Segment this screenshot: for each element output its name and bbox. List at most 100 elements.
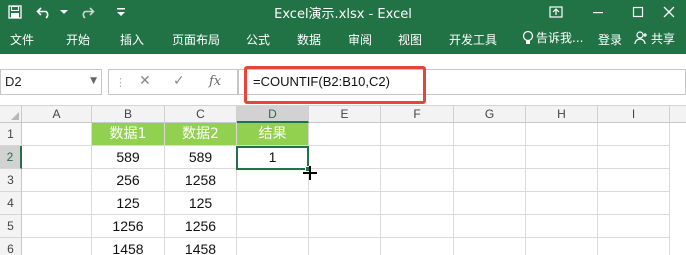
column-header-j[interactable] bbox=[670, 106, 686, 123]
active-cell-border bbox=[236, 146, 309, 170]
cell-i1[interactable] bbox=[598, 123, 670, 146]
cell-b3[interactable]: 256 bbox=[92, 169, 165, 192]
row-header-1[interactable]: 1 bbox=[0, 123, 22, 146]
row-header-3[interactable]: 3 bbox=[0, 169, 22, 192]
tab-developer[interactable]: 开发工具 bbox=[449, 31, 497, 48]
cancel-icon[interactable]: ✕ bbox=[139, 73, 151, 89]
cell-a2[interactable] bbox=[22, 146, 92, 169]
cell-c6[interactable]: 1458 bbox=[165, 238, 237, 255]
minimize-icon[interactable] bbox=[578, 0, 618, 24]
formula-highlight-box bbox=[244, 66, 426, 104]
cell-h3[interactable] bbox=[526, 169, 598, 192]
tab-view[interactable]: 视图 bbox=[398, 31, 422, 48]
tab-home[interactable]: 开始 bbox=[66, 31, 90, 48]
cell-d1[interactable]: 结果 bbox=[237, 123, 309, 146]
cell-e1[interactable] bbox=[309, 123, 381, 146]
tab-insert[interactable]: 插入 bbox=[120, 31, 144, 48]
row-header-6[interactable]: 6 bbox=[0, 238, 22, 255]
cell-c3[interactable]: 1258 bbox=[165, 169, 237, 192]
column-header-h[interactable]: H bbox=[526, 106, 598, 123]
cell-i2[interactable] bbox=[598, 146, 670, 169]
cell-a1[interactable] bbox=[22, 123, 92, 146]
cell-a3[interactable] bbox=[22, 169, 92, 192]
formula-bar-area: D2 ▼ ⋮ ✕ ✓ fx =COUNTIF(B2:B10,C2) bbox=[0, 54, 686, 106]
cell-i4[interactable] bbox=[598, 192, 670, 215]
cell-f6[interactable] bbox=[381, 238, 454, 255]
name-box[interactable]: D2 ▼ bbox=[0, 69, 102, 95]
column-header-d[interactable]: D bbox=[237, 106, 309, 123]
column-header-b[interactable]: B bbox=[92, 106, 165, 123]
enter-icon[interactable]: ✓ bbox=[173, 73, 185, 89]
cell-b1[interactable]: 数据1 bbox=[92, 123, 165, 146]
cell-f2[interactable] bbox=[381, 146, 454, 169]
cell-e5[interactable] bbox=[309, 215, 381, 238]
row-header-5[interactable]: 5 bbox=[0, 215, 22, 238]
cell-i3[interactable] bbox=[598, 169, 670, 192]
cell-c2[interactable]: 589 bbox=[165, 146, 237, 169]
cell-h1[interactable] bbox=[526, 123, 598, 146]
crosshair-cursor-icon bbox=[303, 166, 317, 180]
cell-a5[interactable] bbox=[22, 215, 92, 238]
tab-review[interactable]: 审阅 bbox=[348, 31, 372, 48]
cell-c1[interactable]: 数据2 bbox=[165, 123, 237, 146]
cell-i5[interactable] bbox=[598, 215, 670, 238]
column-header-a[interactable]: A bbox=[22, 106, 92, 123]
row-header-2[interactable]: 2 bbox=[0, 146, 22, 169]
cell-f4[interactable] bbox=[381, 192, 454, 215]
cell-e3[interactable] bbox=[309, 169, 381, 192]
cell-c5[interactable]: 1256 bbox=[165, 215, 237, 238]
cell-d3[interactable] bbox=[237, 169, 309, 192]
column-header-g[interactable]: G bbox=[454, 106, 526, 123]
sign-in-link[interactable]: 登录 bbox=[598, 31, 622, 48]
column-header-i[interactable]: I bbox=[598, 106, 670, 123]
close-icon[interactable] bbox=[652, 0, 686, 24]
share-button[interactable]: 共享 bbox=[634, 27, 684, 49]
row-header-4[interactable]: 4 bbox=[0, 192, 22, 215]
more-options-icon[interactable]: ⋮ bbox=[115, 76, 126, 89]
tab-formulas[interactable]: 公式 bbox=[246, 31, 270, 48]
column-header-e[interactable]: E bbox=[309, 106, 381, 123]
chevron-down-icon[interactable]: ▼ bbox=[90, 76, 97, 86]
cell-b2[interactable]: 589 bbox=[92, 146, 165, 169]
cell-b6[interactable]: 1458 bbox=[92, 238, 165, 255]
cell-a4[interactable] bbox=[22, 192, 92, 215]
cell-h2[interactable] bbox=[526, 146, 598, 169]
tell-me-label: 告诉我... bbox=[536, 31, 584, 45]
cell-e2[interactable] bbox=[309, 146, 381, 169]
cell-g3[interactable] bbox=[454, 169, 526, 192]
fx-icon[interactable]: fx bbox=[209, 74, 221, 89]
worksheet-grid[interactable]: A B C D E F G H I 1 2 3 4 5 6 数据1 数据2 结果… bbox=[0, 106, 686, 255]
tell-me-box[interactable]: 告诉我... bbox=[522, 29, 583, 46]
cell-f3[interactable] bbox=[381, 169, 454, 192]
cell-b5[interactable]: 1256 bbox=[92, 215, 165, 238]
cell-h6[interactable] bbox=[526, 238, 598, 255]
cell-h5[interactable] bbox=[526, 215, 598, 238]
cell-a6[interactable] bbox=[22, 238, 92, 255]
name-box-value: D2 bbox=[5, 74, 22, 89]
cell-e6[interactable] bbox=[309, 238, 381, 255]
column-header-c[interactable]: C bbox=[165, 106, 237, 123]
title-bar: Excel演示.xlsx - Excel bbox=[0, 0, 686, 24]
cell-d6[interactable] bbox=[237, 238, 309, 255]
column-header-f[interactable]: F bbox=[381, 106, 454, 123]
cell-g2[interactable] bbox=[454, 146, 526, 169]
cell-h4[interactable] bbox=[526, 192, 598, 215]
cell-g6[interactable] bbox=[454, 238, 526, 255]
tab-file[interactable]: 文件 bbox=[10, 31, 34, 48]
cell-f5[interactable] bbox=[381, 215, 454, 238]
cell-f1[interactable] bbox=[381, 123, 454, 146]
select-all-corner[interactable] bbox=[0, 106, 22, 123]
cell-b4[interactable]: 125 bbox=[92, 192, 165, 215]
cell-g5[interactable] bbox=[454, 215, 526, 238]
ribbon-display-icon[interactable] bbox=[536, 0, 576, 24]
cell-d4[interactable] bbox=[237, 192, 309, 215]
tab-page-layout[interactable]: 页面布局 bbox=[172, 31, 220, 48]
cell-e4[interactable] bbox=[309, 192, 381, 215]
cell-c4[interactable]: 125 bbox=[165, 192, 237, 215]
cell-g1[interactable] bbox=[454, 123, 526, 146]
cell-i6[interactable] bbox=[598, 238, 670, 255]
formula-buttons: ⋮ ✕ ✓ fx bbox=[108, 69, 238, 95]
cell-d5[interactable] bbox=[237, 215, 309, 238]
cell-g4[interactable] bbox=[454, 192, 526, 215]
tab-data[interactable]: 数据 bbox=[297, 31, 321, 48]
